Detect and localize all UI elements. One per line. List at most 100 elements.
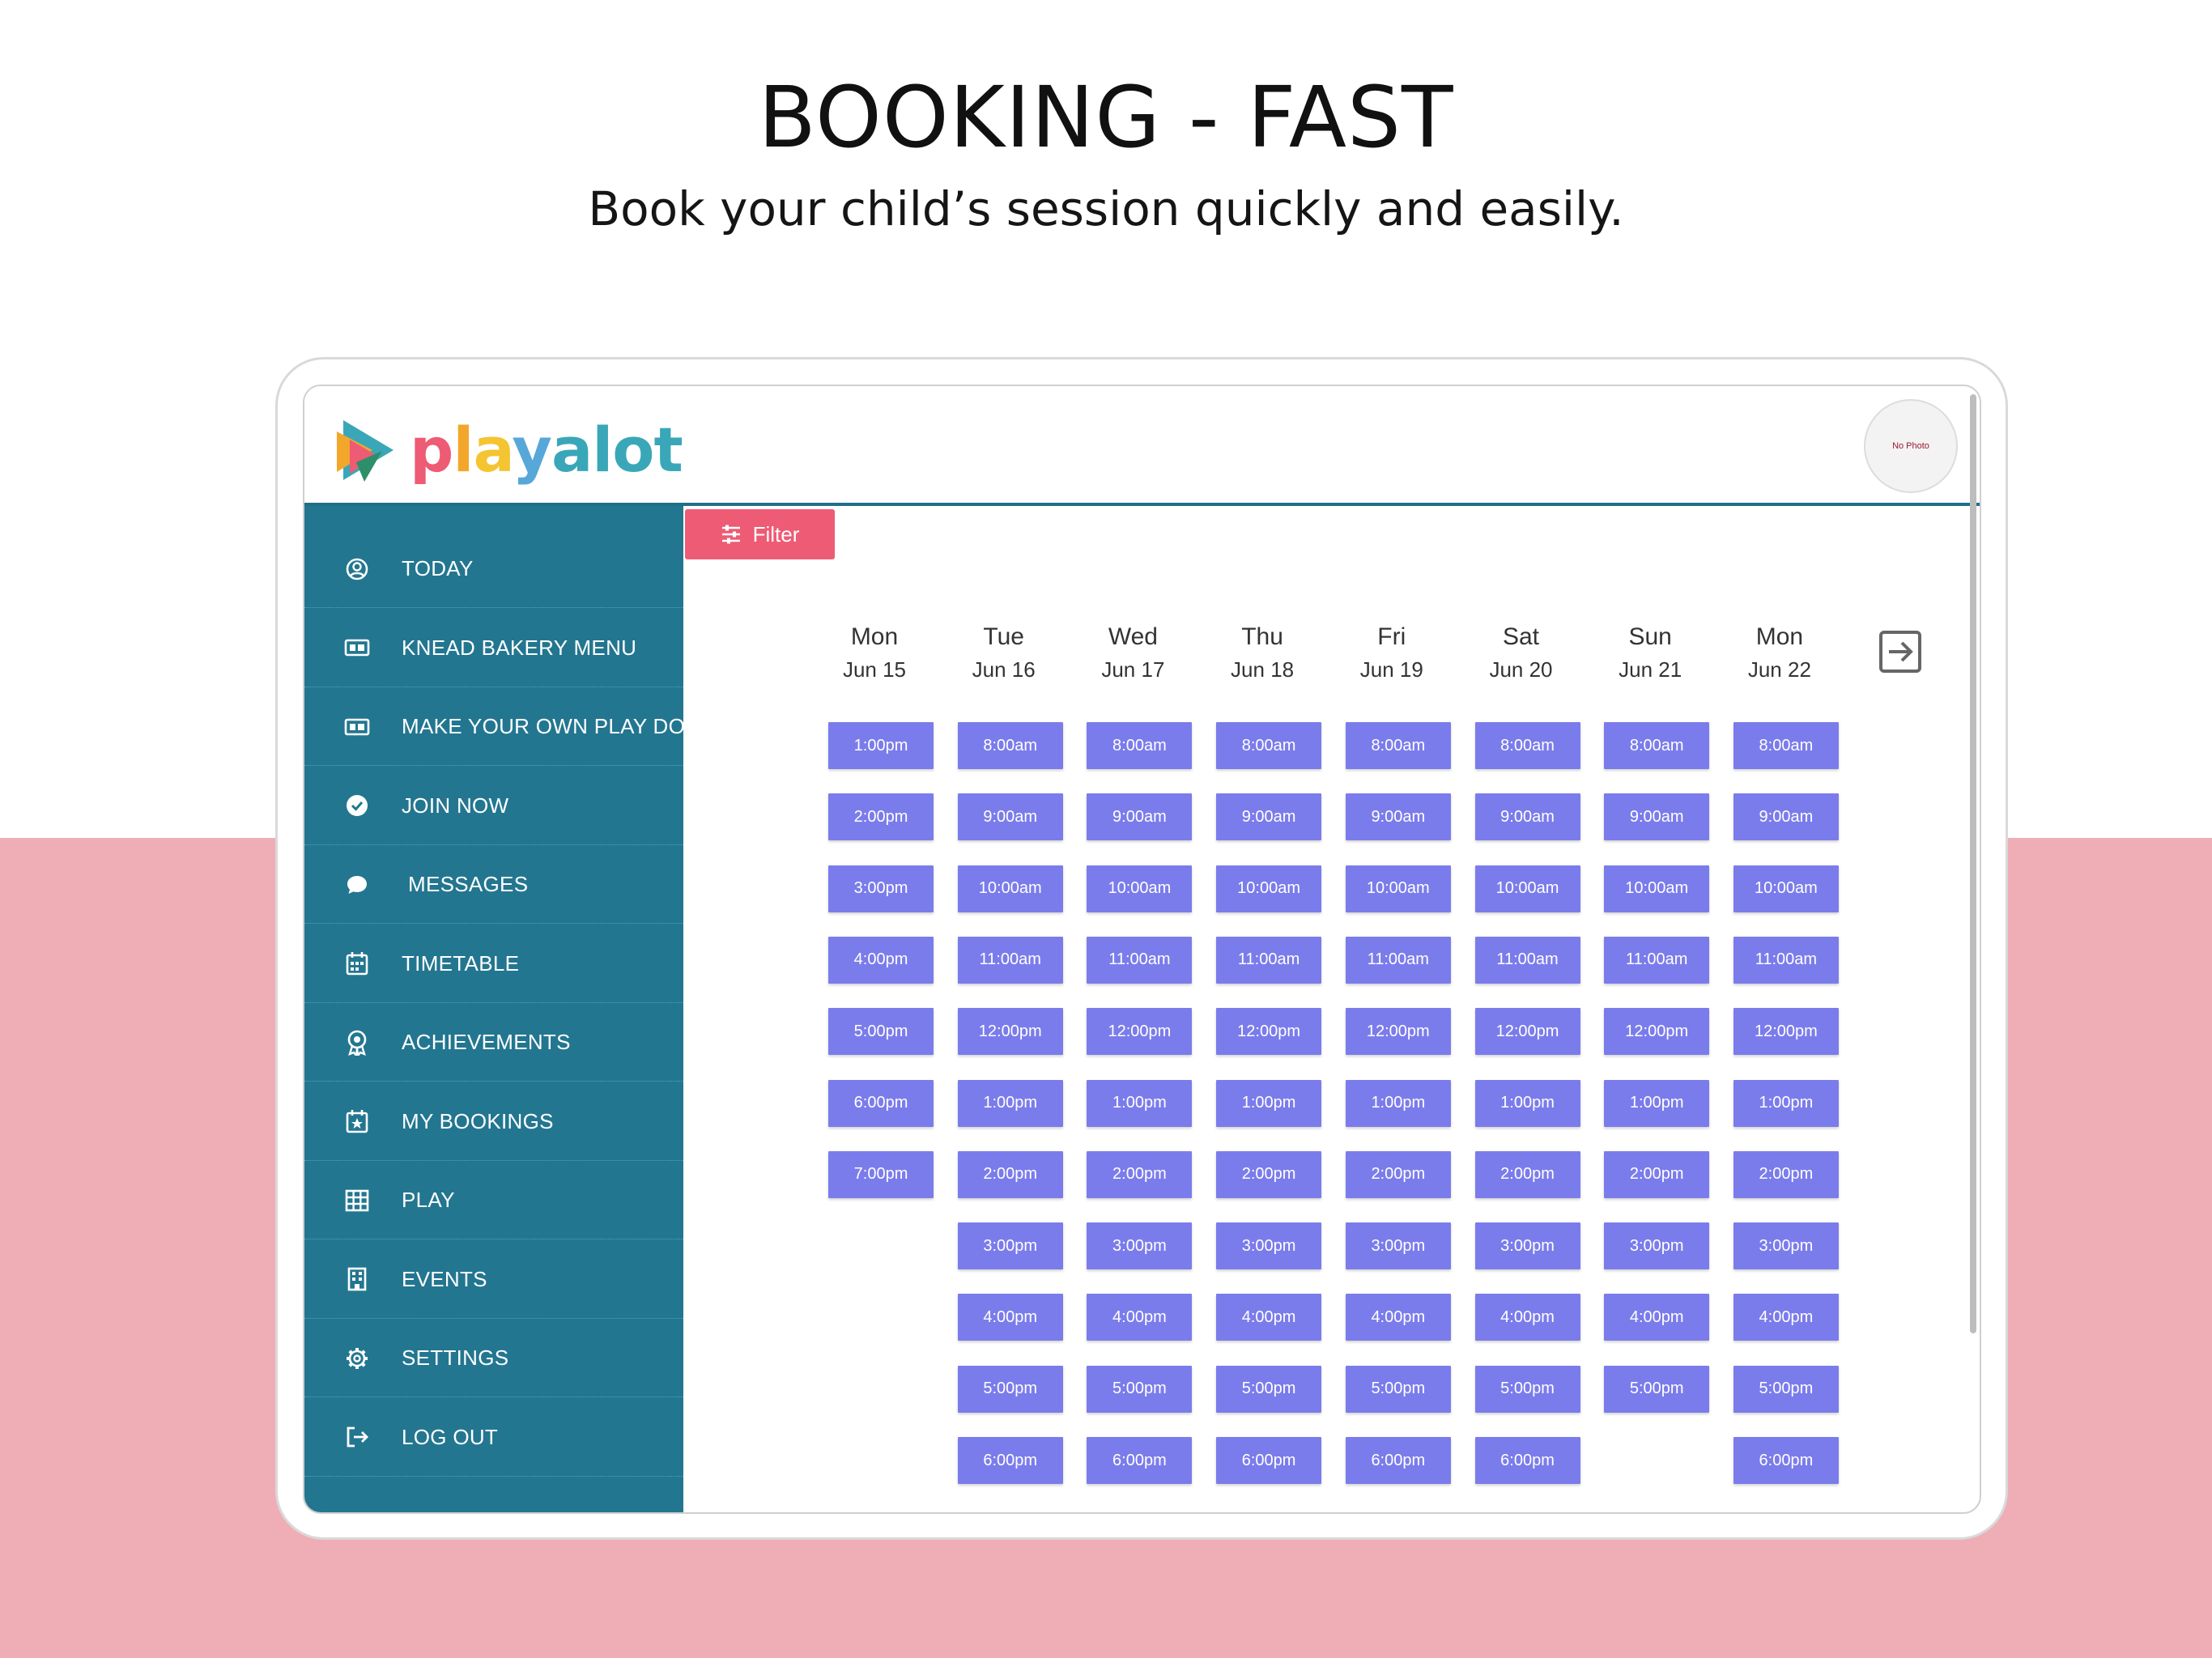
time-slot-button[interactable]: 5:00pm (1345, 1365, 1451, 1413)
time-slot-button[interactable]: 1:00pm (1604, 1079, 1710, 1127)
time-slot-button[interactable]: 12:00pm (1087, 1008, 1193, 1056)
time-slot-button[interactable]: 12:00pm (1216, 1008, 1322, 1056)
next-week-arrow-icon[interactable] (1878, 629, 1923, 674)
time-slot-button[interactable]: 5:00pm (1474, 1365, 1580, 1413)
time-slot-button[interactable]: 2:00pm (957, 1150, 1063, 1198)
vertical-scrollbar[interactable] (1970, 394, 1976, 1333)
sidebar-item-messages[interactable]: MESSAGES (304, 846, 683, 924)
time-slot-button[interactable]: 9:00am (957, 793, 1063, 841)
time-slot-button[interactable]: 1:00pm (1216, 1079, 1322, 1127)
time-slot-button[interactable]: 3:00pm (957, 1222, 1063, 1270)
time-slot-button[interactable]: 11:00am (957, 936, 1063, 984)
time-slot-button[interactable]: 12:00pm (1474, 1008, 1580, 1056)
time-slot-button[interactable]: 11:00am (1733, 936, 1839, 984)
sidebar-item-settings[interactable]: SETTINGS (304, 1320, 683, 1397)
time-slot-button[interactable]: 6:00pm (1733, 1437, 1839, 1484)
time-slot-button[interactable]: 8:00am (1604, 722, 1710, 769)
time-slot-button[interactable]: 10:00am (1345, 865, 1451, 912)
time-slot-button[interactable]: 3:00pm (1733, 1222, 1839, 1270)
time-slot-button[interactable]: 6:00pm (1087, 1437, 1193, 1484)
time-slot-button[interactable]: 8:00am (1087, 722, 1193, 769)
time-slot-button[interactable]: 1:00pm (1733, 1079, 1839, 1127)
sidebar-item-join-now[interactable]: JOIN NOW (304, 767, 683, 845)
time-slot-button[interactable]: 5:00pm (1604, 1365, 1710, 1413)
time-slot-button[interactable]: 3:00pm (1474, 1222, 1580, 1270)
time-slot-button[interactable]: 8:00am (1733, 722, 1839, 769)
time-slot-button[interactable]: 12:00pm (1345, 1008, 1451, 1056)
time-slot-button[interactable]: 6:00pm (1474, 1437, 1580, 1484)
time-slot-button[interactable]: 11:00am (1604, 936, 1710, 984)
time-slot-button[interactable]: 6:00pm (957, 1437, 1063, 1484)
time-slot-button[interactable]: 4:00pm (957, 1294, 1063, 1341)
time-slot-button[interactable]: 6:00pm (1345, 1437, 1451, 1484)
time-slot-button[interactable]: 9:00am (1474, 793, 1580, 841)
time-slot-button[interactable]: 2:00pm (828, 793, 934, 841)
time-slot-button[interactable]: 4:00pm (1733, 1294, 1839, 1341)
time-slot-button[interactable]: 3:00pm (1087, 1222, 1193, 1270)
time-slot-button[interactable]: 10:00am (1733, 865, 1839, 912)
sidebar-item-knead-bakery-menu[interactable]: KNEAD BAKERY MENU (304, 610, 683, 687)
time-slot-button[interactable]: 8:00am (1345, 722, 1451, 769)
time-slot-button[interactable]: 10:00am (1216, 865, 1322, 912)
time-slot-button[interactable]: 10:00am (1474, 865, 1580, 912)
time-slot-button[interactable]: 2:00pm (1474, 1150, 1580, 1198)
time-slot-button[interactable]: 11:00am (1345, 936, 1451, 984)
time-slot-button[interactable]: 12:00pm (957, 1008, 1063, 1056)
time-slot-button[interactable]: 3:00pm (1345, 1222, 1451, 1270)
playalot-logo[interactable]: playalot (332, 415, 683, 485)
time-slot-button[interactable]: 3:00pm (828, 865, 934, 912)
time-slot-button[interactable]: 5:00pm (1733, 1365, 1839, 1413)
time-slot-button[interactable]: 1:00pm (957, 1079, 1063, 1127)
time-slot-button[interactable]: 8:00am (957, 722, 1063, 769)
time-slot-button[interactable]: 1:00pm (828, 722, 934, 769)
time-slot-button[interactable]: 9:00am (1604, 793, 1710, 841)
sidebar-item-today[interactable]: TODAY (304, 530, 683, 608)
time-slot-button[interactable]: 4:00pm (1087, 1294, 1193, 1341)
time-slot-button[interactable]: 5:00pm (1216, 1365, 1322, 1413)
time-slot-button[interactable]: 11:00am (1474, 936, 1580, 984)
sidebar-item-make-your-own-play-dough[interactable]: MAKE YOUR OWN PLAY DOUGH (304, 688, 683, 766)
sidebar-item-play[interactable]: PLAY (304, 1162, 683, 1239)
time-slot-button[interactable]: 11:00am (1087, 936, 1193, 984)
avatar[interactable]: No Photo (1864, 399, 1958, 493)
sidebar-item-timetable[interactable]: TIMETABLE (304, 925, 683, 1003)
time-slot-button[interactable]: 9:00am (1087, 793, 1193, 841)
time-slot-button[interactable]: 9:00am (1345, 793, 1451, 841)
time-slot-button[interactable]: 4:00pm (828, 936, 934, 984)
time-slot-button[interactable]: 1:00pm (1345, 1079, 1451, 1127)
time-slot-button[interactable]: 2:00pm (1216, 1150, 1322, 1198)
time-slot-button[interactable]: 8:00am (1216, 722, 1322, 769)
sidebar-item-achievements[interactable]: ACHIEVEMENTS (304, 1004, 683, 1082)
time-slot-button[interactable]: 10:00am (1087, 865, 1193, 912)
time-slot-button[interactable]: 8:00am (1474, 722, 1580, 769)
time-slot-button[interactable]: 6:00pm (1216, 1437, 1322, 1484)
time-slot-button[interactable]: 2:00pm (1733, 1150, 1839, 1198)
time-slot-button[interactable]: 5:00pm (1087, 1365, 1193, 1413)
sidebar-item-events[interactable]: EVENTS (304, 1241, 683, 1319)
sidebar-item-log-out[interactable]: LOG OUT (304, 1399, 683, 1477)
time-slot-button[interactable]: 5:00pm (828, 1008, 934, 1056)
time-slot-button[interactable]: 11:00am (1216, 936, 1322, 984)
time-slot-button[interactable]: 2:00pm (1087, 1150, 1193, 1198)
time-slot-button[interactable]: 12:00pm (1604, 1008, 1710, 1056)
time-slot-button[interactable]: 4:00pm (1474, 1294, 1580, 1341)
time-slot-button[interactable]: 10:00am (957, 865, 1063, 912)
time-slot-button[interactable]: 5:00pm (957, 1365, 1063, 1413)
time-slot-button[interactable]: 1:00pm (1474, 1079, 1580, 1127)
time-slot-button[interactable]: 9:00am (1216, 793, 1322, 841)
time-slot-button[interactable]: 9:00am (1733, 793, 1839, 841)
time-slot-button[interactable]: 1:00pm (1087, 1079, 1193, 1127)
time-slot-button[interactable]: 6:00pm (828, 1079, 934, 1127)
sidebar-item-my-bookings[interactable]: MY BOOKINGS (304, 1083, 683, 1161)
time-slot-button[interactable]: 3:00pm (1604, 1222, 1710, 1270)
time-slot-button[interactable]: 10:00am (1604, 865, 1710, 912)
filter-button[interactable]: Filter (685, 509, 835, 559)
time-slot-button[interactable]: 4:00pm (1216, 1294, 1322, 1341)
time-slot-button[interactable]: 2:00pm (1604, 1150, 1710, 1198)
time-slot-button[interactable]: 7:00pm (828, 1150, 934, 1198)
time-slot-button[interactable]: 2:00pm (1345, 1150, 1451, 1198)
time-slot-button[interactable]: 12:00pm (1733, 1008, 1839, 1056)
time-slot-button[interactable]: 4:00pm (1604, 1294, 1710, 1341)
time-slot-button[interactable]: 4:00pm (1345, 1294, 1451, 1341)
time-slot-button[interactable]: 3:00pm (1216, 1222, 1322, 1270)
